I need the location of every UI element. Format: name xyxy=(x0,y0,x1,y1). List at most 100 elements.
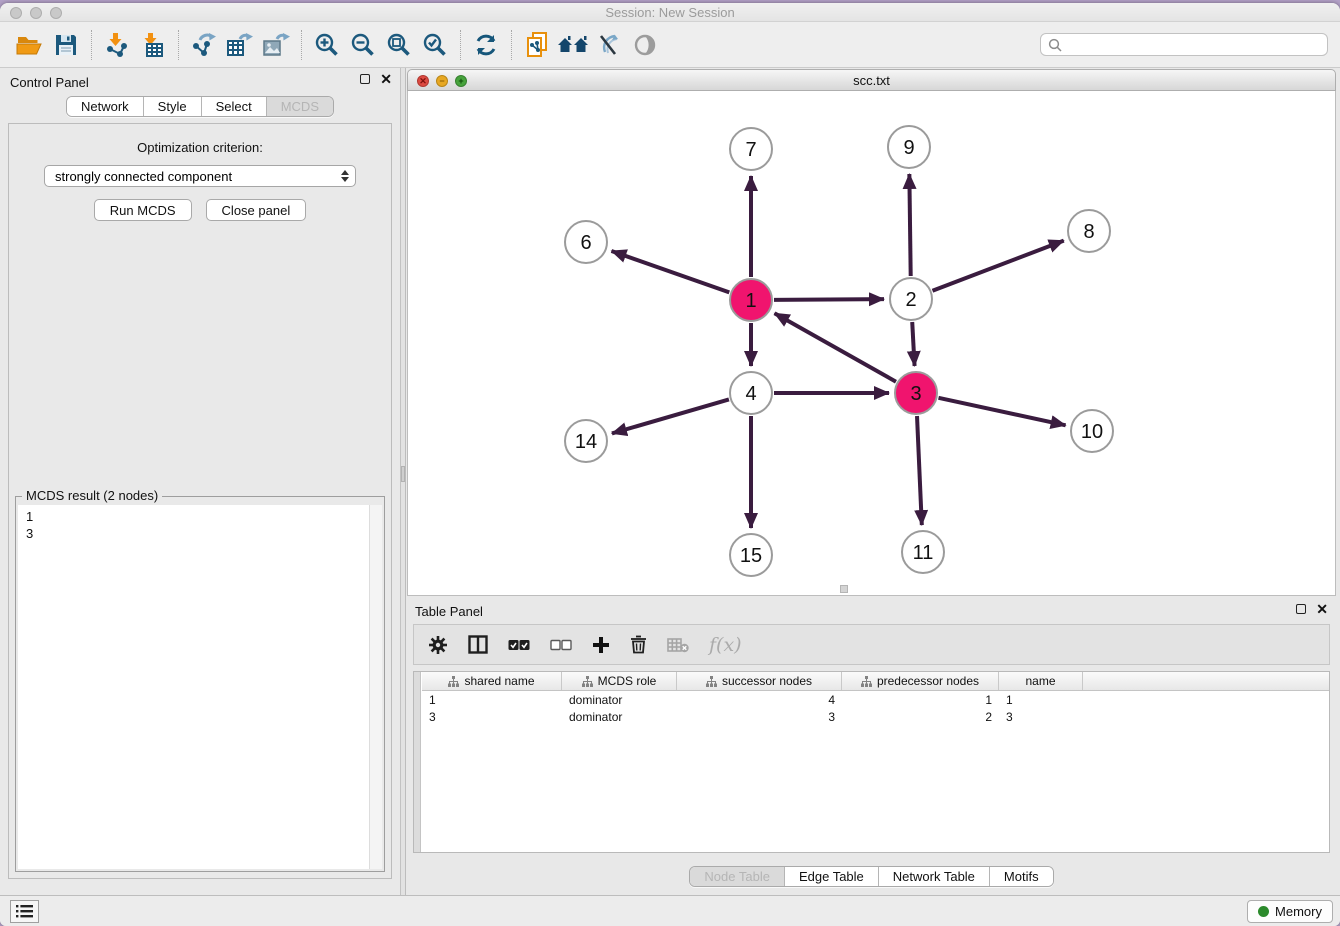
column-type-icon xyxy=(582,676,593,687)
edge-2-8[interactable] xyxy=(932,241,1063,291)
mcds-result-title: MCDS result (2 nodes) xyxy=(22,488,162,503)
workspace-area: ✕ − + scc.txt 1234678910111415 Table Pan… xyxy=(406,68,1340,895)
close-table-panel-icon[interactable]: ✕ xyxy=(1316,604,1328,614)
result-scrollbar[interactable] xyxy=(369,505,382,869)
node-table[interactable]: shared name MCDS role successor nodesprede… xyxy=(413,671,1330,853)
network-view-window: ✕ − + scc.txt 1234678910111415 xyxy=(407,69,1336,596)
clone-network-icon[interactable] xyxy=(519,29,555,61)
table-cell[interactable]: 3 xyxy=(422,710,562,724)
table-row[interactable]: 3dominator323 xyxy=(422,708,1329,725)
table-toolbar: f(x) xyxy=(413,624,1330,665)
unselect-all-columns-icon[interactable] xyxy=(550,639,572,651)
edge-3-11[interactable] xyxy=(917,416,922,525)
column-header-predecessor-nodes[interactable]: predecessor nodes xyxy=(842,672,999,690)
graph-node-label: 1 xyxy=(745,290,756,312)
select-all-columns-icon[interactable] xyxy=(508,639,530,651)
table-cell[interactable]: 4 xyxy=(677,693,842,707)
table-tab-edge-table[interactable]: Edge Table xyxy=(785,867,879,886)
splitter-grip[interactable] xyxy=(401,466,405,482)
table-cell[interactable]: dominator xyxy=(562,710,677,724)
table-cell[interactable]: 3 xyxy=(677,710,842,724)
export-network-icon[interactable] xyxy=(186,29,222,61)
mcds-result-group: MCDS result (2 nodes) 13 xyxy=(15,496,385,872)
tab-style[interactable]: Style xyxy=(144,97,202,116)
memory-label: Memory xyxy=(1275,904,1322,919)
criterion-dropdown[interactable]: strongly connected component xyxy=(44,165,356,187)
window-title: Session: New Session xyxy=(0,5,1340,20)
criterion-value: strongly connected component xyxy=(55,169,341,184)
edge-3-10[interactable] xyxy=(938,398,1065,425)
table-cell[interactable]: 1 xyxy=(842,693,999,707)
float-table-panel-icon[interactable] xyxy=(1296,604,1306,614)
table-tab-node-table[interactable]: Node Table xyxy=(690,867,785,886)
show-all-icon[interactable] xyxy=(627,29,663,61)
title-bar: Session: New Session xyxy=(0,3,1340,22)
mcds-result-list[interactable]: 13 xyxy=(18,505,382,869)
memory-status-icon xyxy=(1258,906,1269,917)
search-field[interactable] xyxy=(1040,33,1328,56)
close-panel-icon[interactable]: ✕ xyxy=(380,74,392,84)
column-header-shared-name[interactable]: shared name xyxy=(422,672,562,690)
column-label: name xyxy=(1025,674,1055,688)
network-canvas[interactable]: 1234678910111415 xyxy=(407,91,1336,596)
mcds-panel: Optimization criterion: strongly connect… xyxy=(8,123,392,879)
table-options-icon[interactable] xyxy=(428,635,448,655)
edge-1-2[interactable] xyxy=(774,299,884,300)
tab-network[interactable]: Network xyxy=(67,97,144,116)
search-input[interactable] xyxy=(1067,38,1320,52)
edge-2-3[interactable] xyxy=(912,322,914,366)
first-neighbors-icon[interactable] xyxy=(555,29,591,61)
create-column-icon[interactable] xyxy=(592,636,610,654)
edge-2-9[interactable] xyxy=(909,174,910,276)
table-cell[interactable]: 1 xyxy=(422,693,562,707)
tab-mcds[interactable]: MCDS xyxy=(267,97,333,116)
table-tab-network-table[interactable]: Network Table xyxy=(879,867,990,886)
edge-4-14[interactable] xyxy=(612,399,729,433)
network-window-title: scc.txt xyxy=(408,73,1335,88)
table-cell[interactable]: dominator xyxy=(562,693,677,707)
edge-1-6[interactable] xyxy=(611,251,729,292)
float-panel-icon[interactable] xyxy=(360,74,370,84)
column-header-name[interactable]: name xyxy=(999,672,1083,690)
graph-node-label: 10 xyxy=(1081,421,1103,443)
dropdown-stepper-icon xyxy=(341,170,351,182)
canvas-scroll-grip[interactable] xyxy=(840,585,848,593)
zoom-in-icon[interactable] xyxy=(309,29,345,61)
import-table-icon[interactable] xyxy=(135,29,171,61)
run-mcds-button[interactable]: Run MCDS xyxy=(94,199,192,221)
apply-layout-icon[interactable] xyxy=(468,29,504,61)
table-tab-motifs[interactable]: Motifs xyxy=(990,867,1053,886)
tab-select[interactable]: Select xyxy=(202,97,267,116)
column-label: MCDS role xyxy=(598,674,657,688)
control-panel: Control Panel ✕ NetworkStyleSelectMCDS O… xyxy=(0,68,400,895)
zoom-out-icon[interactable] xyxy=(345,29,381,61)
column-header-mcds-role[interactable]: MCDS role xyxy=(562,672,677,690)
zoom-selected-icon[interactable] xyxy=(417,29,453,61)
hide-selected-icon[interactable] xyxy=(591,29,627,61)
export-image-icon[interactable] xyxy=(258,29,294,61)
save-session-icon[interactable] xyxy=(48,29,84,61)
graph-node-label: 15 xyxy=(740,545,762,567)
delete-columns-icon[interactable] xyxy=(630,635,647,654)
task-history-button[interactable] xyxy=(10,900,39,923)
table-cell[interactable]: 2 xyxy=(842,710,999,724)
table-cell[interactable]: 3 xyxy=(999,710,1083,724)
table-row[interactable]: 1dominator411 xyxy=(422,691,1329,708)
import-network-icon[interactable] xyxy=(99,29,135,61)
column-header-successor-nodes[interactable]: successor nodes xyxy=(677,672,842,690)
result-value: 3 xyxy=(26,525,374,542)
zoom-fit-icon[interactable] xyxy=(381,29,417,61)
open-file-icon[interactable] xyxy=(12,29,48,61)
show-columns-icon[interactable] xyxy=(468,635,488,654)
table-cell[interactable]: 1 xyxy=(999,693,1083,707)
column-label: shared name xyxy=(464,674,534,688)
memory-button[interactable]: Memory xyxy=(1247,900,1333,923)
column-type-icon xyxy=(706,676,717,687)
close-panel-button[interactable]: Close panel xyxy=(206,199,307,221)
column-type-icon xyxy=(861,676,872,687)
toolbar-separator xyxy=(511,30,512,60)
export-table-icon[interactable] xyxy=(222,29,258,61)
table-tabs: Node TableEdge TableNetwork TableMotifs xyxy=(407,866,1336,887)
edge-3-1[interactable] xyxy=(775,313,896,381)
graph-node-label: 3 xyxy=(910,383,921,405)
